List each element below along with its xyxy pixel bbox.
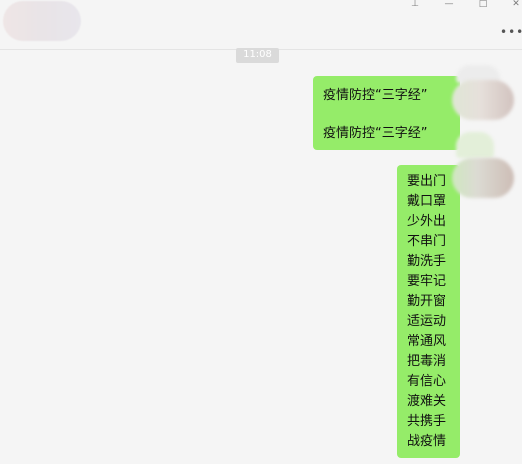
contact-avatar[interactable] [3,1,81,41]
message-line: 勤洗手 [407,254,447,269]
self-avatar[interactable] [452,158,514,198]
message-line: 常通风 [407,334,447,349]
more-icon[interactable]: ••• [500,26,522,38]
avatar [456,132,494,158]
message-line: 疫情防控“三字经” [323,88,428,103]
message-line: 勤开窗 [407,294,447,309]
close-icon[interactable]: ✕ [505,0,522,10]
message-bubble[interactable]: 要出门 戴口罩 少外出 不串门 勤洗手 要牢记 勤开窗 适运动 常通风 把毒消 … [397,165,460,458]
message-bubble[interactable]: 疫情防控“三字经” 疫情防控“三字经” [313,76,460,150]
message-line: 要牢记 [407,274,447,289]
message-line: 不串门 [407,234,447,249]
message-line: 少外出 [407,214,447,229]
minimize-icon[interactable]: — [438,0,460,10]
self-avatar[interactable] [452,80,514,120]
chat-window: ⊥ — □ ✕ ••• 11:08 疫情防控“三字经” 疫情防控“三字经” 要出… [0,0,522,464]
message-line: 戴口罩 [407,194,447,209]
message-line: 适运动 [407,314,447,329]
title-bar: ⊥ — □ ✕ ••• [0,0,522,50]
pin-icon[interactable]: ⊥ [404,0,426,10]
message-line: 战疫情 [407,434,447,449]
maximize-icon[interactable]: □ [472,0,494,10]
message-timestamp: 11:08 [236,48,279,63]
message-line: 渡难关 [407,394,447,409]
message-line: 把毒消 [407,354,447,369]
message-line: 有信心 [407,374,447,389]
message-line: 共携手 [407,414,447,429]
message-line: 疫情防控“三字经” [323,126,428,141]
